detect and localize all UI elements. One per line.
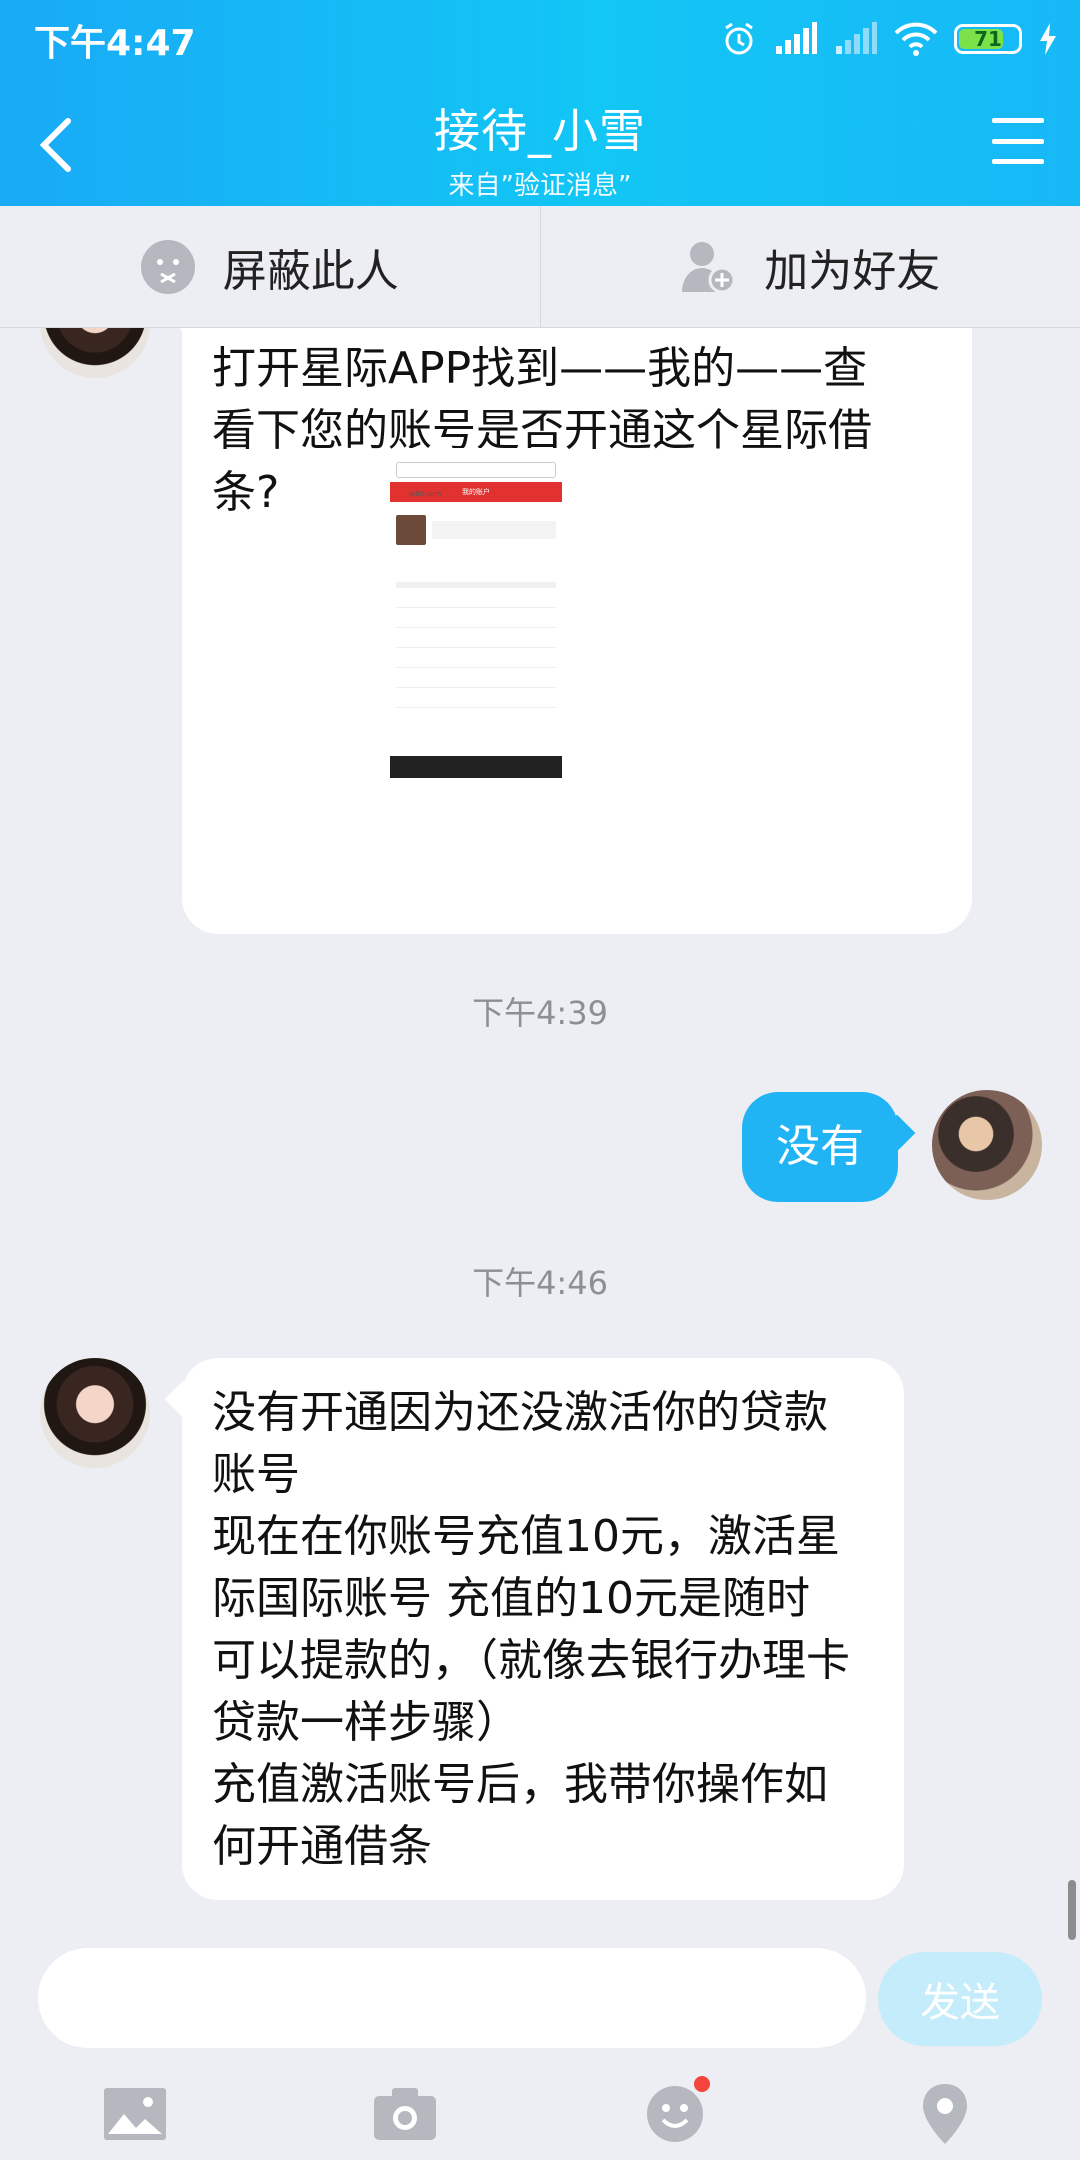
menu-line [992, 138, 1044, 144]
thumb-row [396, 608, 556, 628]
message-text: 打开星际APP找到——我的——查 看下您的账号是否开通这个星际借 条? [212, 343, 872, 518]
title-block: 接待_小雪 来自”验证消息” [0, 95, 1080, 202]
new-badge [694, 2076, 710, 2092]
thumb-dock [390, 784, 562, 806]
thumb-row [396, 688, 556, 708]
image-icon [104, 2088, 166, 2140]
action-bar: 屏蔽此人 加为好友 [0, 206, 1080, 328]
charging-icon [1040, 23, 1056, 55]
scrollbar[interactable] [1068, 1880, 1076, 1940]
status-time: 下午4:47 [34, 23, 196, 64]
thumb-row [396, 648, 556, 668]
chat-title: 接待_小雪 [434, 104, 646, 158]
message-text: 没有开通因为还没激活你的贷款 账号 现在在你账号充值10元，激活星 际国际账号 … [212, 1387, 850, 1872]
my-avatar[interactable] [932, 1090, 1042, 1200]
timestamp: 下午4:39 [472, 994, 608, 1032]
thumb-row [396, 628, 556, 648]
signal-weak-icon [836, 22, 877, 54]
image-button[interactable] [90, 2074, 180, 2154]
message-text: 没有 [776, 1121, 864, 1172]
screenshot-image[interactable]: xj60.com 我的账户 [390, 448, 562, 818]
menu-button[interactable] [992, 118, 1044, 164]
chat-subtitle: 来自”验证消息” [448, 171, 632, 201]
timestamp: 下午4:46 [472, 1264, 608, 1302]
thumb-profile [396, 506, 556, 554]
contact-avatar[interactable] [40, 1358, 150, 1468]
thumb-menu [396, 558, 556, 588]
add-friend-button[interactable]: 加为好友 [539, 206, 1080, 327]
thumb-url-bar: xj60.com [396, 462, 556, 498]
thumb-row [396, 588, 556, 608]
alarm-icon [725, 22, 753, 55]
block-user-label: 屏蔽此人 [222, 245, 399, 297]
add-friend-label: 加为好友 [764, 245, 941, 297]
wifi-icon [894, 22, 938, 56]
message-bubble[interactable]: 打开星际APP找到——我的——查 看下您的账号是否开通这个星际借 条? xj60… [182, 328, 972, 934]
chat-area[interactable]: 打开星际APP找到——我的——查 看下您的账号是否开通这个星际借 条? xj60… [0, 328, 1080, 1948]
tool-bar [0, 2068, 1080, 2160]
emoji-button[interactable] [630, 2074, 720, 2154]
message-bubble-self[interactable]: 没有 [742, 1092, 898, 1202]
thumb-header-text: 我的账户 [462, 488, 490, 496]
status-icons: 71 [720, 14, 1058, 64]
location-button[interactable] [900, 2074, 990, 2154]
message-input[interactable] [38, 1948, 866, 2048]
location-icon [923, 2084, 967, 2144]
signal-icon [776, 22, 817, 54]
battery-icon: 71 [954, 24, 1022, 54]
contact-avatar[interactable] [40, 328, 150, 378]
thumb-row [396, 668, 556, 688]
camera-button[interactable] [360, 2074, 450, 2154]
camera-icon [374, 2088, 436, 2140]
thumb-url: xj60.com [409, 490, 442, 498]
title-bar: 下午4:47 71 接待_小雪 来自”验证消息” [0, 0, 1080, 206]
send-button[interactable]: 发送 [878, 1952, 1042, 2046]
thumb-tabbar [390, 756, 562, 778]
message-bubble[interactable]: 没有开通因为还没激活你的贷款 账号 现在在你账号充值10元，激活星 际国际账号 … [182, 1358, 904, 1900]
emoji-icon [647, 2086, 703, 2142]
battery-level: 71 [974, 27, 1002, 51]
add-friend-icon [682, 241, 736, 293]
thumb-profile-lines [432, 521, 556, 539]
menu-line [992, 159, 1044, 164]
thumb-avatar [396, 515, 426, 545]
menu-line [992, 118, 1044, 123]
input-bar: 发送 [0, 1948, 1080, 2160]
block-face-icon [140, 239, 195, 294]
block-user-button[interactable]: 屏蔽此人 [0, 206, 540, 327]
